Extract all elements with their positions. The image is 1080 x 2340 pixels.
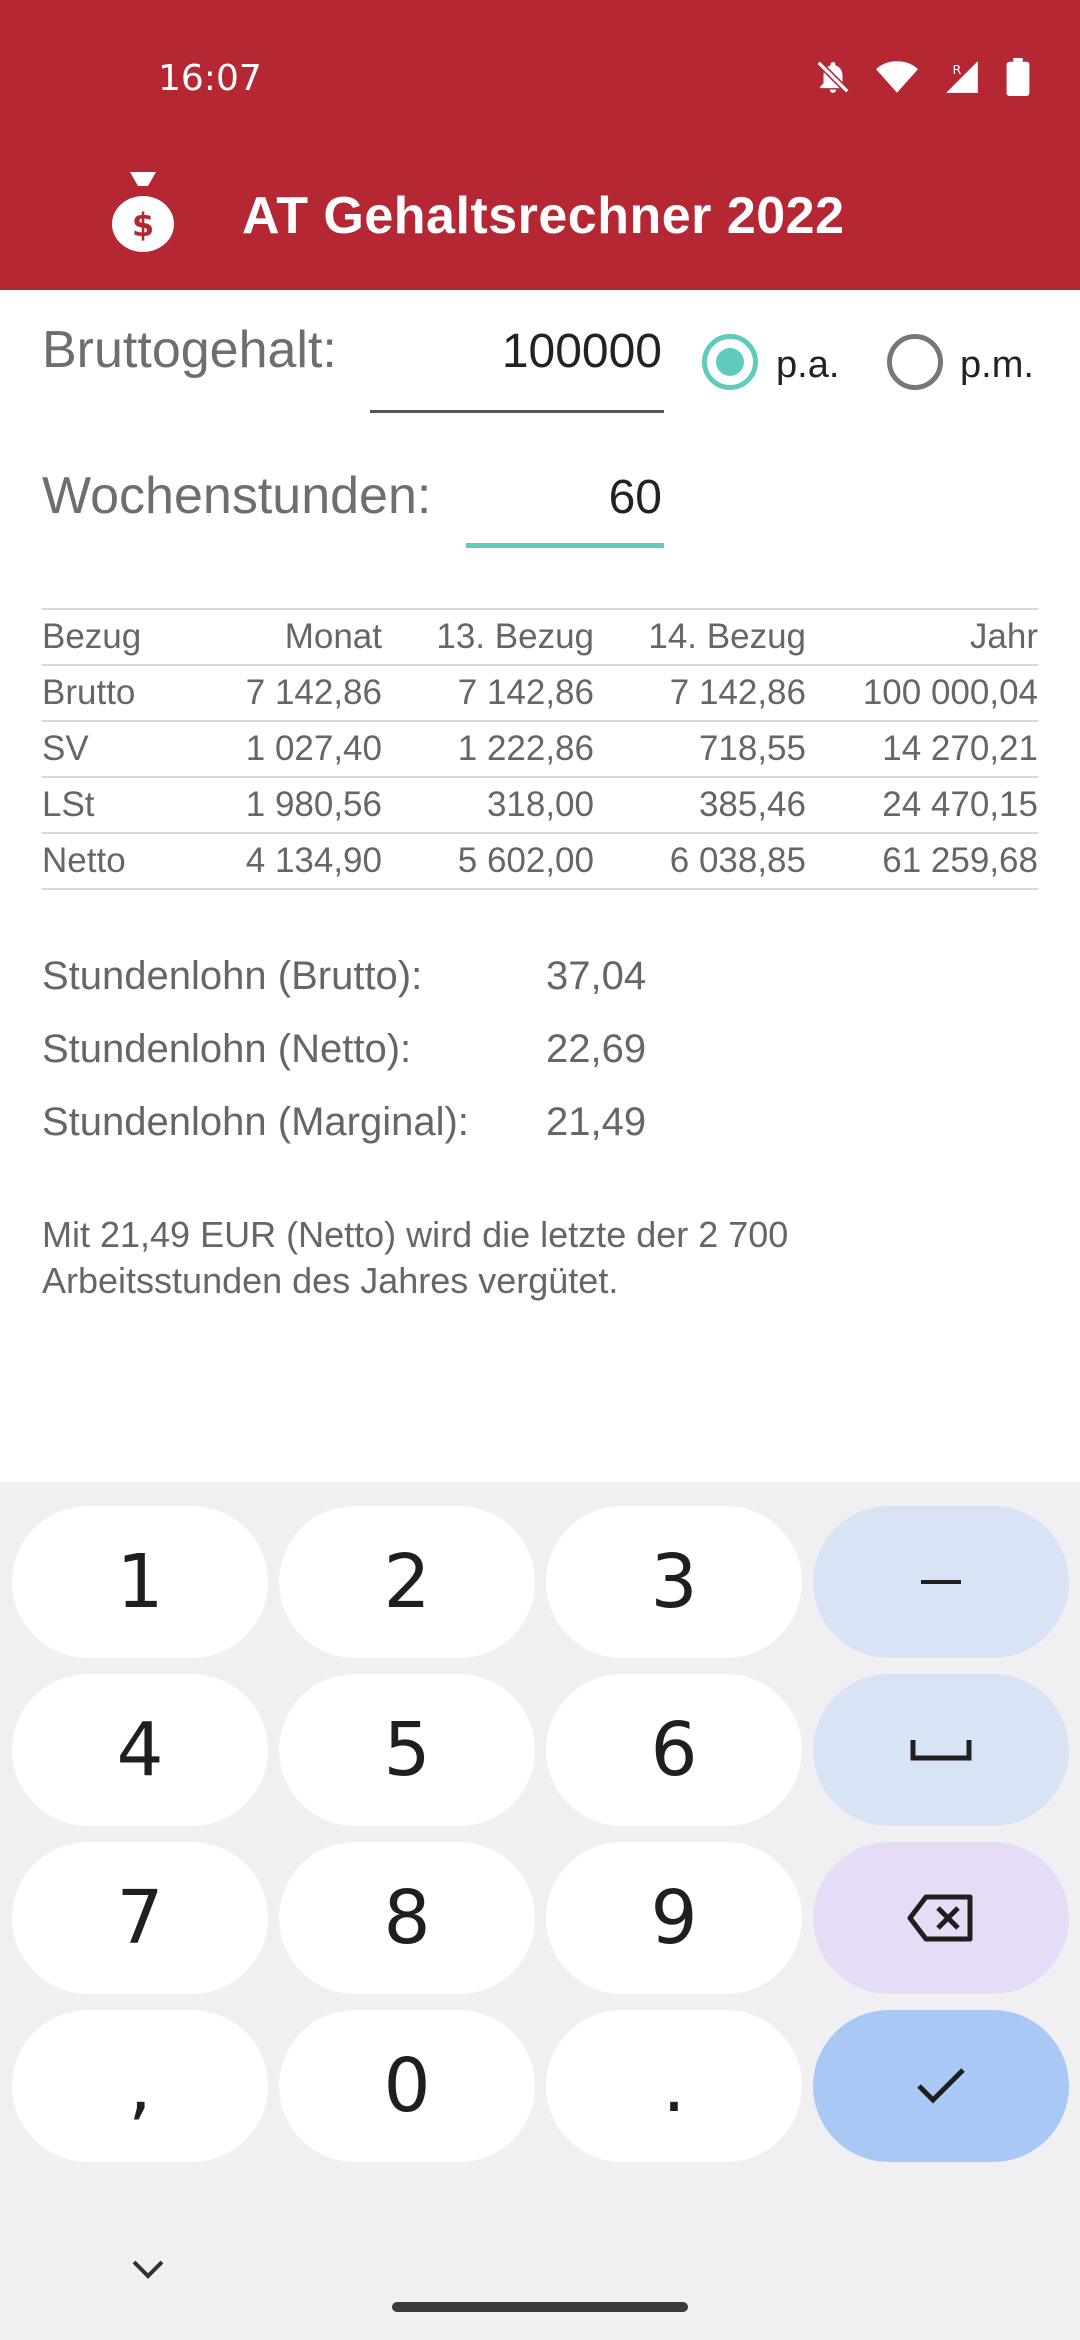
period-pa-label[interactable]: p.a.	[776, 344, 839, 387]
key-done[interactable]	[813, 2010, 1069, 2162]
key-0[interactable]: 0	[279, 2010, 535, 2162]
header-13-bezug: 13. Bezug	[382, 608, 594, 665]
weekly-hours-input[interactable]: 60	[466, 470, 662, 525]
cell-jahr: 100 000,04	[806, 664, 1038, 721]
hourly-net-label: Stundenlohn (Netto):	[42, 1027, 412, 1071]
gross-salary-label: Bruttogehalt:	[42, 321, 337, 379]
money-bag-icon: $	[112, 172, 174, 252]
table-row: SV 1 027,40 1 222,86 718,55 14 270,21	[42, 720, 1038, 777]
header-bezug: Bezug	[42, 608, 204, 665]
cell-monat: 7 142,86	[204, 664, 382, 721]
hourly-net-value: 22,69	[546, 1027, 647, 1071]
salary-table: Bezug Monat 13. Bezug 14. Bezug Jahr Bru…	[42, 608, 1038, 890]
table-row: Brutto 7 142,86 7 142,86 7 142,86 100 00…	[42, 664, 1038, 721]
key-7[interactable]: 7	[12, 1842, 268, 1994]
svg-text:$: $	[132, 206, 154, 244]
summary-note: Mit 21,49 EUR (Netto) wird die letzte de…	[42, 1214, 789, 1301]
svg-text:R: R	[953, 62, 962, 77]
key-minus[interactable]	[813, 1506, 1069, 1658]
minus-icon	[921, 1580, 961, 1584]
key-4[interactable]: 4	[12, 1674, 268, 1826]
key-1[interactable]: 1	[12, 1506, 268, 1658]
row-label: SV	[42, 720, 204, 777]
gross-salary-underline	[370, 410, 664, 413]
cell-13-bezug: 5 602,00	[382, 832, 594, 890]
table-header-row: Bezug Monat 13. Bezug 14. Bezug Jahr	[42, 608, 1038, 665]
row-label: Brutto	[42, 664, 204, 721]
row-label: Netto	[42, 832, 204, 890]
hourly-marginal-label: Stundenlohn (Marginal):	[42, 1100, 469, 1144]
key-comma[interactable]: ,	[12, 2010, 268, 2162]
cell-14-bezug: 718,55	[594, 720, 806, 777]
cell-jahr: 14 270,21	[806, 720, 1038, 777]
hourly-gross-value: 37,04	[546, 954, 647, 998]
hourly-gross-label: Stundenlohn (Brutto):	[42, 954, 423, 998]
wifi-icon	[876, 61, 918, 93]
table-row: Netto 4 134,90 5 602,00 6 038,85 61 259,…	[42, 832, 1038, 890]
cell-jahr: 61 259,68	[806, 832, 1038, 890]
gross-salary-input[interactable]: 100000	[370, 324, 662, 379]
header-14-bezug: 14. Bezug	[594, 608, 806, 665]
hourly-marginal-value: 21,49	[546, 1100, 647, 1144]
period-pa-radio[interactable]	[702, 334, 758, 390]
backspace-icon	[907, 1894, 973, 1942]
key-8[interactable]: 8	[279, 1842, 535, 1994]
cell-13-bezug: 1 222,86	[382, 720, 594, 777]
space-icon	[910, 1740, 972, 1761]
period-pm-label[interactable]: p.m.	[960, 344, 1034, 387]
key-9[interactable]: 9	[546, 1842, 802, 1994]
key-5[interactable]: 5	[279, 1674, 535, 1826]
key-space[interactable]	[813, 1674, 1069, 1826]
cell-14-bezug: 6 038,85	[594, 832, 806, 890]
weekly-hours-label: Wochenstunden:	[42, 467, 432, 525]
cell-14-bezug: 385,46	[594, 776, 806, 833]
period-pm-radio[interactable]	[887, 334, 943, 390]
status-icons: R	[814, 58, 1030, 96]
cell-monat: 1 027,40	[204, 720, 382, 777]
cell-13-bezug: 318,00	[382, 776, 594, 833]
battery-icon	[1006, 58, 1030, 96]
cell-monat: 4 134,90	[204, 832, 382, 890]
key-6[interactable]: 6	[546, 1674, 802, 1826]
key-2[interactable]: 2	[279, 1506, 535, 1658]
weekly-hours-underline	[466, 543, 664, 548]
chevron-down-icon[interactable]	[128, 2258, 168, 2282]
app-bar: 16:07 R $ AT Gehaltsrechner 2022	[0, 0, 1080, 290]
row-label: LSt	[42, 776, 204, 833]
app-title: AT Gehaltsrechner 2022	[242, 187, 845, 245]
notifications-off-icon	[816, 60, 850, 94]
status-time: 16:07	[158, 58, 262, 99]
header-monat: Monat	[204, 608, 382, 665]
header-jahr: Jahr	[806, 608, 1038, 665]
cell-13-bezug: 7 142,86	[382, 664, 594, 721]
cell-monat: 1 980,56	[204, 776, 382, 833]
check-icon	[917, 2068, 965, 2104]
home-indicator[interactable]	[392, 2302, 688, 2312]
key-period[interactable]: .	[546, 2010, 802, 2162]
cell-14-bezug: 7 142,86	[594, 664, 806, 721]
signal-icon: R	[946, 61, 978, 93]
key-backspace[interactable]	[813, 1842, 1069, 1994]
table-row: LSt 1 980,56 318,00 385,46 24 470,15	[42, 776, 1038, 833]
cell-jahr: 24 470,15	[806, 776, 1038, 833]
key-3[interactable]: 3	[546, 1506, 802, 1658]
numeric-keyboard: 1 2 3 4 5 6 7 8 9 , 0 .	[0, 1482, 1080, 2340]
